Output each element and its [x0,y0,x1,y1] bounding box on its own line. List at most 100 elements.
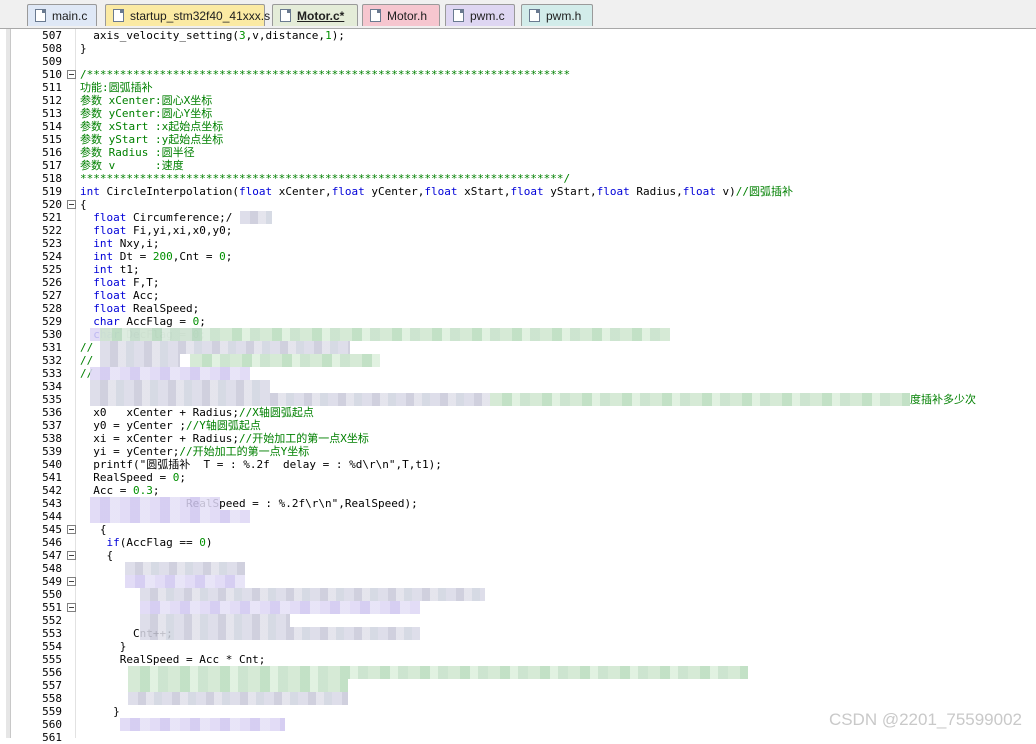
code-line[interactable]: 511 功能:圆弧插补 [0,81,1036,94]
code-line[interactable]: 527 float Acc; [0,289,1036,302]
tab-pwm-c[interactable]: pwm.c [445,4,515,26]
code-line[interactable]: 515 参数 yStart :y起始点坐标 [0,133,1036,146]
code-line[interactable]: 536 x0 xCenter + Radius;//X轴圆弧起点 [0,406,1036,419]
code-line[interactable]: 545 { [0,523,1036,536]
tab-motor-c[interactable]: Motor.c* [272,4,358,26]
code-line[interactable]: 542 Acc = 0.3; [0,484,1036,497]
code-line[interactable]: 517 参数 v :速度 [0,159,1036,172]
code-text: int Dt = 200,Cnt = 0; [93,250,233,263]
line-number: 539 [42,445,62,458]
line-number: 559 [42,705,62,718]
comment-text: 度插补多少次 [910,393,976,406]
editor-tab-bar: main.c startup_stm32f40_41xxx.s Motor.c* Mo… [0,0,1036,29]
line-number: 529 [42,315,62,328]
redacted-region [90,380,270,393]
code-line[interactable]: 512 参数 xCenter:圆心X坐标 [0,94,1036,107]
tab-main-c[interactable]: main.c [27,4,97,26]
code-line[interactable]: 514 参数 xStart :x起始点坐标 [0,120,1036,133]
code-line[interactable]: 526 float F,T; [0,276,1036,289]
code-line[interactable]: 523 int Nxy,i; [0,237,1036,250]
code-text: { [80,198,87,211]
line-number: 534 [42,380,62,393]
code-line[interactable]: 513 参数 yCenter:圆心Y坐标 [0,107,1036,120]
code-line[interactable]: 537 y0 = yCenter ;//Y轴圆弧起点 [0,419,1036,432]
fold-toggle-icon[interactable] [67,200,76,209]
line-number: 544 [42,510,62,523]
code-line[interactable]: 507 axis_velocity_setting(3,v,distance,1… [0,29,1036,42]
code-line[interactable]: 539 yi = yCenter;//开始加工的第一点Y坐标 [0,445,1036,458]
code-text: { [80,523,107,536]
line-number: 558 [42,692,62,705]
code-editor[interactable]: 507 axis_velocity_setting(3,v,distance,1… [0,29,1036,744]
code-line[interactable]: 538 xi = xCenter + Radius;//开始加工的第一点X坐标 [0,432,1036,445]
tab-pwm-h[interactable]: pwm.h [521,4,593,26]
code-text: 参数 yStart :y起始点坐标 [80,133,224,146]
code-line[interactable]: 554 } [0,640,1036,653]
code-text: 参数 xStart :x起始点坐标 [80,120,224,133]
tab-startup-stm32f40-41xxx-s[interactable]: startup_stm32f40_41xxx.s [105,4,270,26]
fold-toggle-icon[interactable] [67,551,76,560]
code-text: x0 xCenter + Radius;//X轴圆弧起点 [80,406,314,419]
redacted-region [100,341,350,354]
line-number: 545 [42,523,62,536]
fold-toggle-icon[interactable] [67,577,76,586]
code-text: float Circumference;/ [93,211,233,224]
code-text: { [80,549,114,562]
code-text: float Acc; [93,289,160,302]
line-number: 525 [42,263,62,276]
fold-toggle-icon[interactable] [67,603,76,612]
line-number: 524 [42,250,62,263]
line-number: 551 [42,601,62,614]
line-number: 532 [42,354,62,367]
tab-label: main.c [52,9,88,23]
fold-toggle-icon[interactable] [67,70,76,79]
code-line[interactable]: 518 *************************************… [0,172,1036,185]
code-text: char AccFlag = 0; [93,315,206,328]
line-number: 560 [42,718,62,731]
code-line[interactable]: 519 int CircleInterpolation(float xCenter… [0,185,1036,198]
code-text: int t1; [93,263,140,276]
code-line[interactable]: 516 参数 Radius :圆半径 [0,146,1036,159]
redacted-region [125,575,245,588]
code-line[interactable]: 509 [0,55,1036,68]
code-line[interactable]: 547 { [0,549,1036,562]
line-number: 556 [42,666,62,679]
code-line[interactable]: 525 int t1; [0,263,1036,276]
code-line[interactable]: 524 int Dt = 200,Cnt = 0; [0,250,1036,263]
line-number: 508 [42,42,62,55]
line-number: 552 [42,614,62,627]
line-number: 514 [42,120,62,133]
fold-toggle-icon[interactable] [67,525,76,534]
code-text: 参数 xCenter:圆心X坐标 [80,94,213,107]
code-line[interactable]: 508} [0,42,1036,55]
redacted-region [128,666,748,679]
redacted-region [140,601,420,614]
redacted-region [90,393,490,406]
code-line[interactable]: 540 printf("圆弧插补 T = : %.2f delay = : %d… [0,458,1036,471]
file-icon [529,9,540,22]
redacted-region [140,588,485,601]
line-number: 512 [42,94,62,107]
code-line[interactable]: 546 if(AccFlag == 0) [0,536,1036,549]
redacted-region [490,393,910,406]
code-text: axis_velocity_setting(3,v,distance,1); [80,29,345,42]
code-line[interactable]: 528 float RealSpeed; [0,302,1036,315]
line-number: 547 [42,549,62,562]
file-icon [280,9,291,22]
line-number: 521 [42,211,62,224]
tab-label: Motor.h [387,9,428,23]
code-line[interactable]: 541 RealSpeed = 0; [0,471,1036,484]
code-text: 功能:圆弧插补 [80,81,153,94]
redacted-region [120,718,285,731]
code-line[interactable]: 522 float Fi,yi,xi,x0,y0; [0,224,1036,237]
code-line[interactable]: 520 { [0,198,1036,211]
code-text: y0 = yCenter ;//Y轴圆弧起点 [80,419,261,432]
code-text: if(AccFlag == 0) [106,536,213,549]
code-line[interactable]: 555 RealSpeed = Acc * Cnt; [0,653,1036,666]
tab-motor-h[interactable]: Motor.h [362,4,440,26]
code-line[interactable]: 521 float Circumference;/ [0,211,1036,224]
line-number: 553 [42,627,62,640]
code-text: float F,T; [93,276,160,289]
code-line[interactable]: 510 /************************************… [0,68,1036,81]
code-line[interactable]: 529 char AccFlag = 0; [0,315,1036,328]
